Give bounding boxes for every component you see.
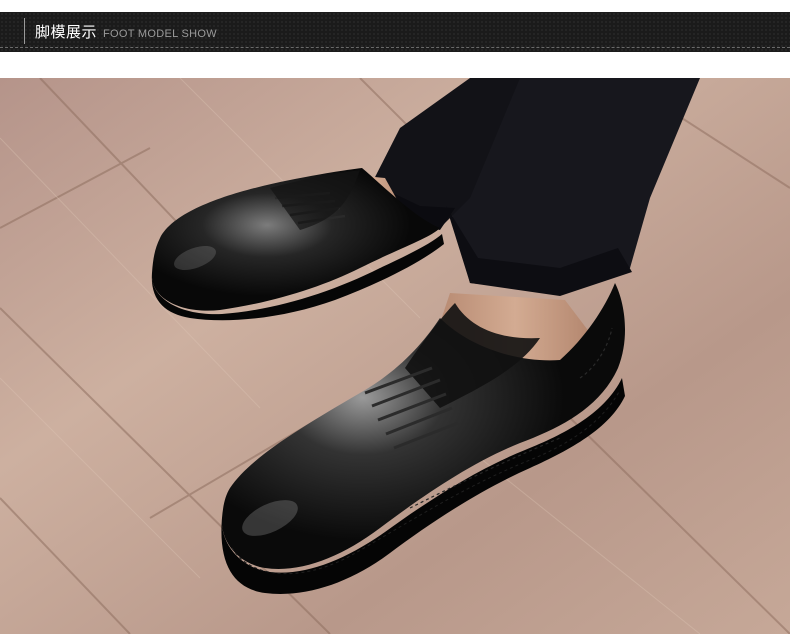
product-photo [0,78,790,634]
section-title: 脚模展示 [35,23,98,41]
section-subtitle: FOOT MODEL SHOW [103,28,217,40]
header-divider [24,18,25,44]
header-dashed-line [0,47,790,48]
shoe-photo-illustration [0,78,790,634]
section-header: 脚模展示 FOOT MODEL SHOW [0,12,790,52]
